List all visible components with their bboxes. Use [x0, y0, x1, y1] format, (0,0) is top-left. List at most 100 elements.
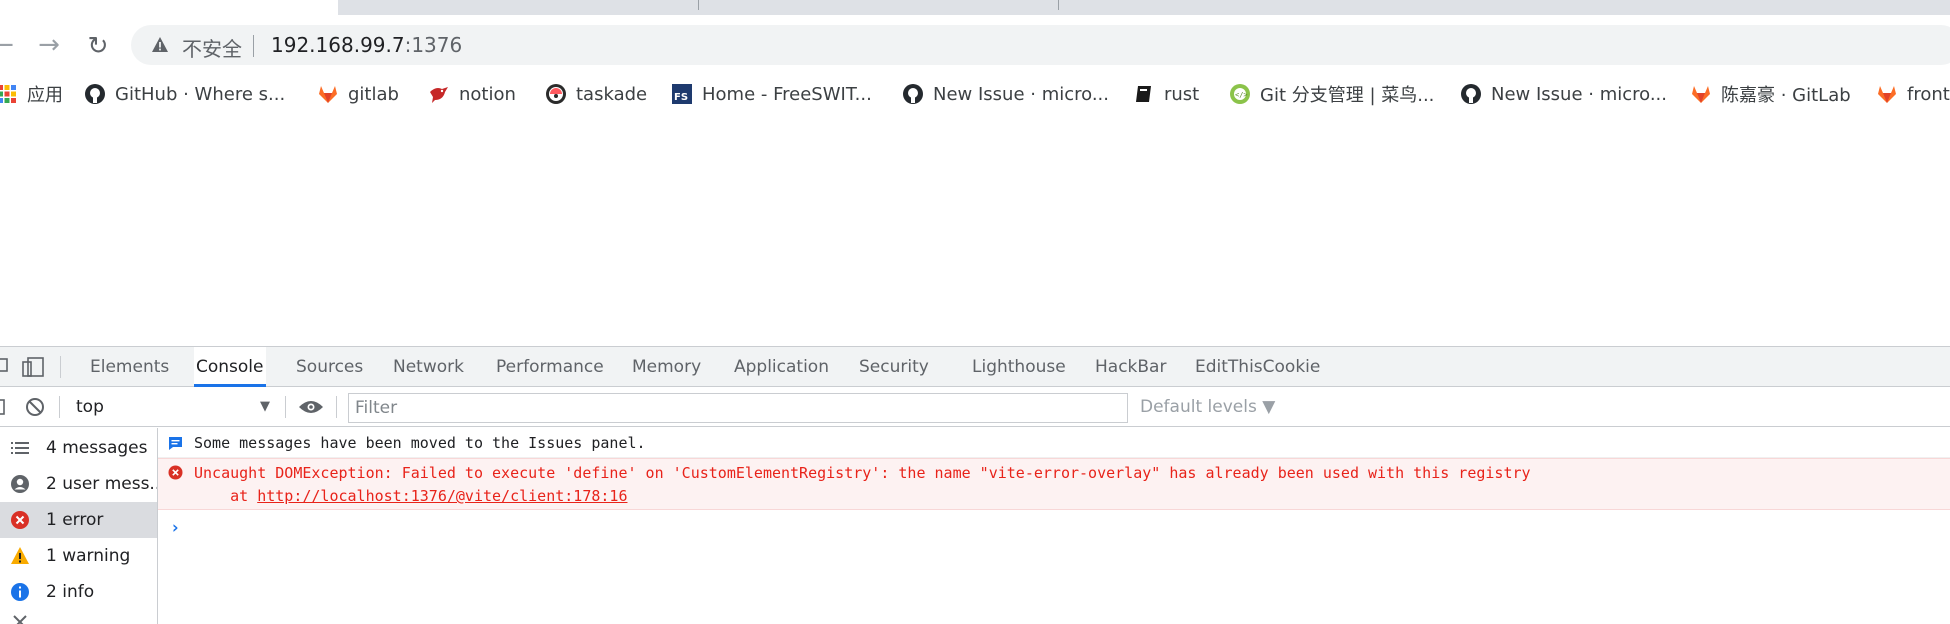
bookmark-front[interactable]: front — [1876, 79, 1950, 109]
dropdown-arrow-icon: ▼ — [260, 399, 270, 414]
reload-button[interactable]: ↻ — [83, 30, 113, 60]
sidebar-item-label: 2 user mess... — [46, 474, 157, 494]
sidebar-item-label: 1 warning — [46, 546, 131, 566]
github-icon — [85, 84, 105, 104]
sidebar-item-verbose[interactable] — [0, 610, 157, 624]
sidebar-item-messages[interactable]: 4 messages — [0, 430, 157, 466]
console-sidebar: 4 messages 2 user mess... 1 error 1 warn… — [0, 428, 158, 624]
bookmark-rust[interactable]: rust — [1133, 79, 1199, 109]
error-icon — [11, 511, 29, 529]
bookmark-label: New Issue · micro... — [933, 83, 1109, 105]
tab-sources[interactable]: Sources — [294, 347, 365, 387]
sidebar-item-info[interactable]: 2 info — [0, 574, 157, 610]
tab-editthiscookie[interactable]: EditThisCookie — [1193, 347, 1322, 387]
tab-lighthouse[interactable]: Lighthouse — [970, 347, 1068, 387]
bookmark-label: front — [1907, 83, 1950, 105]
bookmark-new-issue[interactable]: New Issue · micro... — [902, 79, 1109, 109]
url-port: :1376 — [404, 33, 463, 57]
console-prompt[interactable]: › — [170, 518, 180, 538]
bookmark-label: notion — [459, 83, 516, 105]
url-host: 192.168.99.7 — [271, 33, 405, 57]
bookmark-label: New Issue · micro... — [1491, 83, 1667, 105]
back-button[interactable]: ← — [0, 30, 18, 60]
page-viewport — [0, 113, 1950, 346]
bookmark-label: taskade — [576, 83, 648, 105]
tab-performance[interactable]: Performance — [494, 347, 606, 387]
arrow-left-icon: ← — [0, 30, 14, 60]
bookmark-github[interactable]: GitHub · Where s... — [84, 79, 285, 109]
issues-message-icon — [169, 437, 182, 450]
arrow-right-icon: → — [38, 30, 60, 60]
tab-application[interactable]: Application — [732, 347, 831, 387]
warning-icon — [11, 547, 29, 564]
browser-toolbar: ← → ↻ 不安全 192.168.99.7:1376 — [0, 15, 1950, 75]
info-icon — [11, 583, 29, 601]
tab-separator — [1058, 0, 1059, 10]
divider — [59, 396, 60, 418]
runoob-icon: </> — [1230, 84, 1250, 104]
inspect-element-icon[interactable] — [0, 358, 8, 376]
divider — [285, 396, 286, 418]
security-status-label[interactable]: 不安全 — [182, 33, 242, 62]
tab-network[interactable]: Network — [391, 347, 466, 387]
console-error-stack: at http://localhost:1376/@vite/client:17… — [194, 487, 627, 505]
bookmark-git-branch[interactable]: </> Git 分支管理 | 菜鸟... — [1229, 79, 1434, 109]
sidebar-item-label: 2 info — [46, 582, 95, 602]
tab-elements[interactable]: Elements — [88, 347, 171, 387]
tab-strip — [0, 0, 1950, 15]
filter-input[interactable]: Filter — [348, 393, 1128, 423]
divider — [253, 35, 254, 57]
tab-security[interactable]: Security — [857, 347, 931, 387]
address-bar[interactable]: 不安全 192.168.99.7:1376 — [131, 25, 1950, 65]
context-selector[interactable]: top ▼ — [64, 394, 276, 420]
tab-hackbar[interactable]: HackBar — [1093, 347, 1168, 387]
github-icon — [1461, 84, 1481, 104]
bug-icon — [13, 615, 27, 624]
tab-console[interactable]: Console — [194, 347, 266, 387]
reload-icon: ↻ — [87, 30, 109, 60]
bookmark-label: Home - FreeSWIT... — [702, 83, 872, 105]
warning-triangle-icon[interactable] — [151, 36, 169, 54]
tab-memory[interactable]: Memory — [630, 347, 703, 387]
rust-book-icon — [1136, 86, 1151, 102]
svg-text:FS: FS — [674, 92, 688, 103]
bookmark-taskade[interactable]: taskade — [545, 79, 647, 109]
error-icon — [168, 465, 183, 480]
taskade-icon — [546, 84, 566, 104]
gitlab-icon — [319, 86, 337, 103]
device-toolbar-icon[interactable] — [22, 357, 44, 377]
gitlab-icon — [1692, 86, 1710, 103]
bookmark-freeswitch[interactable]: FS Home - FreeSWIT... — [671, 79, 872, 109]
bookmark-chenjiahao-gitlab[interactable]: 陈嘉豪 · GitLab — [1690, 79, 1851, 109]
sidebar-item-label: 1 error — [46, 510, 104, 530]
bookmark-gitlab[interactable]: gitlab — [317, 79, 399, 109]
log-levels-dropdown[interactable]: Default levels ▼ — [1140, 394, 1275, 420]
stack-source-link[interactable]: http://localhost:1376/@vite/client:178:1… — [257, 487, 627, 505]
svg-text:</>: </> — [1235, 91, 1248, 99]
forward-button[interactable]: → — [34, 30, 64, 60]
apps-grid-icon — [0, 85, 16, 103]
console-message-info: Some messages have been moved to the Iss… — [158, 428, 1950, 458]
bookmark-label: GitHub · Where s... — [115, 83, 286, 105]
tab-separator — [698, 0, 699, 10]
bookmark-notion[interactable]: notion — [428, 79, 516, 109]
bookmark-apps[interactable]: 应用 — [0, 79, 63, 109]
sidebar-toggle-icon[interactable] — [0, 399, 6, 415]
console-toolbar: top ▼ Filter Default levels ▼ — [0, 387, 1950, 427]
bookmarks-bar: 应用 GitHub · Where s... gitlab notion tas… — [0, 75, 1950, 113]
sidebar-item-warnings[interactable]: 1 warning — [0, 538, 157, 574]
sidebar-item-user-messages[interactable]: 2 user mess... — [0, 466, 157, 502]
eye-icon[interactable] — [298, 399, 324, 415]
active-browser-tab[interactable] — [0, 0, 338, 15]
devtools-panel: Elements Console Sources Network Perform… — [0, 346, 1950, 624]
bookmark-label: Git 分支管理 | 菜鸟... — [1260, 85, 1435, 106]
url-text[interactable]: 192.168.99.7:1376 — [271, 33, 462, 57]
clear-console-icon[interactable] — [25, 397, 45, 417]
bookmark-new-issue-2[interactable]: New Issue · micro... — [1460, 79, 1667, 109]
freeswitch-icon: FS — [672, 84, 692, 104]
sidebar-item-errors[interactable]: 1 error — [0, 502, 157, 538]
bookmark-label: 陈嘉豪 · GitLab — [1721, 85, 1851, 106]
user-icon — [11, 475, 29, 493]
gitlab-icon — [1878, 86, 1896, 103]
github-icon — [903, 84, 923, 104]
